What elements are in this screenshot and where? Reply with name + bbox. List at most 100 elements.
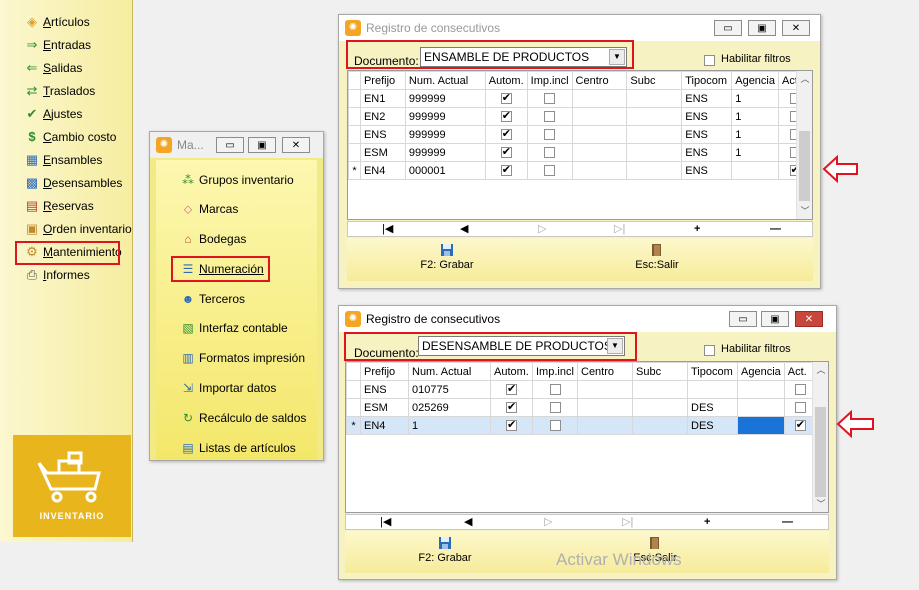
- imp-checkbox[interactable]: [544, 147, 556, 159]
- act-checkbox[interactable]: [794, 418, 806, 432]
- subc-cell[interactable]: [632, 416, 688, 435]
- add-record-button[interactable]: +: [694, 222, 700, 236]
- tipocom-cell[interactable]: ENS: [681, 107, 733, 126]
- subc-cell[interactable]: [626, 89, 683, 108]
- autom-checkbox[interactable]: [500, 145, 512, 159]
- prefijo-cell[interactable]: ENS: [359, 125, 406, 144]
- imp-checkbox[interactable]: [544, 165, 556, 177]
- agencia-cell[interactable]: [731, 161, 779, 180]
- menu-item-bodegas[interactable]: ⌂ Bodegas: [180, 230, 246, 248]
- imp-checkbox[interactable]: [544, 93, 556, 105]
- centro-cell[interactable]: [577, 416, 633, 435]
- prefijo-cell[interactable]: EN4: [360, 416, 409, 435]
- act-checkbox[interactable]: [794, 402, 806, 414]
- column-header[interactable]: Tipocom: [681, 71, 733, 90]
- sidebar-item-salidas[interactable]: ⇐ Salidas: [24, 59, 83, 77]
- imp-cell[interactable]: [526, 143, 573, 162]
- subc-cell[interactable]: [626, 161, 683, 180]
- num-cell[interactable]: 999999: [404, 89, 486, 108]
- column-header[interactable]: Num. Actual: [404, 71, 486, 90]
- imp-cell[interactable]: [532, 380, 578, 399]
- column-header[interactable]: Centro: [571, 71, 628, 90]
- imp-cell[interactable]: [526, 107, 573, 126]
- exit-button[interactable]: Esc:Salir: [627, 243, 687, 271]
- close-button[interactable]: ✕: [282, 137, 310, 153]
- column-header[interactable]: Centro: [577, 362, 633, 381]
- agencia-cell[interactable]: [737, 380, 785, 399]
- sidebar-item-reservas[interactable]: ▤ Reservas: [24, 197, 94, 215]
- subc-cell[interactable]: [632, 398, 688, 417]
- menu-item-interfaz-contable[interactable]: ▧ Interfaz contable: [180, 319, 287, 337]
- menu-item-listas-articulos[interactable]: ▤ Listas de artículos: [180, 439, 295, 457]
- agencia-cell[interactable]: 1: [731, 89, 779, 108]
- scroll-down-icon[interactable]: ﹀: [797, 203, 812, 219]
- column-header[interactable]: Subc: [632, 362, 688, 381]
- menu-item-grupos-inventario[interactable]: ⁂ Grupos inventario: [180, 171, 294, 189]
- imp-cell[interactable]: [526, 125, 573, 144]
- autom-checkbox[interactable]: [506, 382, 517, 396]
- delete-record-button[interactable]: —: [782, 515, 793, 529]
- agencia-cell[interactable]: [737, 416, 785, 435]
- autom-cell[interactable]: [484, 125, 528, 144]
- add-record-button[interactable]: +: [704, 515, 710, 529]
- autom-cell[interactable]: [484, 107, 528, 126]
- imp-cell[interactable]: [532, 398, 578, 417]
- autom-checkbox[interactable]: [500, 91, 512, 105]
- imp-checkbox[interactable]: [544, 129, 556, 141]
- column-header[interactable]: Prefijo: [359, 71, 406, 90]
- tipocom-cell[interactable]: ENS: [681, 125, 733, 144]
- centro-cell[interactable]: [571, 107, 628, 126]
- delete-record-button[interactable]: —: [770, 222, 781, 236]
- vertical-scrollbar[interactable]: ︿ ﹀: [796, 71, 812, 219]
- prefijo-cell[interactable]: ESM: [359, 143, 406, 162]
- autom-cell[interactable]: [484, 143, 528, 162]
- prefijo-cell[interactable]: ESM: [360, 398, 409, 417]
- centro-cell[interactable]: [571, 125, 628, 144]
- tipocom-cell[interactable]: DES: [687, 416, 738, 435]
- last-record-button[interactable]: ▷|: [622, 515, 633, 529]
- table-row[interactable]: *EN4000001 ENS: [348, 161, 812, 180]
- minimize-button[interactable]: ▭: [714, 20, 742, 36]
- first-record-button[interactable]: |◀: [382, 222, 393, 236]
- sidebar-item-ajustes[interactable]: ✔ Ajustes: [24, 105, 83, 123]
- prefijo-cell[interactable]: EN2: [359, 107, 406, 126]
- table-row[interactable]: *EN41 DES: [346, 416, 817, 435]
- subc-cell[interactable]: [632, 380, 688, 399]
- column-header[interactable]: Tipocom: [687, 362, 738, 381]
- agencia-cell[interactable]: 1: [731, 143, 779, 162]
- minimize-button[interactable]: ▭: [216, 137, 244, 153]
- tipocom-cell[interactable]: ENS: [681, 143, 733, 162]
- subc-cell[interactable]: [626, 143, 683, 162]
- maximize-button[interactable]: ▣: [761, 311, 789, 327]
- column-header[interactable]: Subc: [626, 71, 683, 90]
- centro-cell[interactable]: [577, 398, 633, 417]
- maximize-button[interactable]: ▣: [748, 20, 776, 36]
- table-row[interactable]: ENS999999ENS1: [348, 125, 812, 144]
- column-header[interactable]: Agencia: [731, 71, 779, 90]
- table-row[interactable]: EN1999999 ENS1: [348, 89, 812, 108]
- num-cell[interactable]: 1: [408, 416, 491, 435]
- scroll-thumb[interactable]: [815, 407, 826, 497]
- imp-cell[interactable]: [532, 416, 578, 435]
- sidebar-item-articulos[interactable]: ◈ Artículos: [24, 13, 90, 31]
- sidebar-item-traslados[interactable]: ⇄ Traslados: [24, 82, 96, 100]
- column-header[interactable]: Num. Actual: [408, 362, 491, 381]
- first-record-button[interactable]: |◀: [380, 515, 391, 529]
- tipocom-cell[interactable]: [687, 380, 738, 399]
- table-row[interactable]: EN2999999 ENS1: [348, 107, 812, 126]
- minimize-button[interactable]: ▭: [729, 311, 757, 327]
- imp-cell[interactable]: [526, 89, 573, 108]
- prev-record-button[interactable]: ◀: [460, 222, 468, 236]
- autom-cell[interactable]: [490, 416, 533, 435]
- inventario-module-tile[interactable]: INVENTARIO: [13, 435, 131, 537]
- autom-checkbox[interactable]: [500, 127, 512, 141]
- menu-item-marcas[interactable]: ⬦ Marcas: [180, 200, 239, 218]
- imp-cell[interactable]: [526, 161, 573, 180]
- filter-checkbox[interactable]: [704, 55, 715, 66]
- agencia-cell[interactable]: 1: [731, 107, 779, 126]
- autom-checkbox[interactable]: [500, 163, 512, 177]
- agencia-cell[interactable]: [737, 398, 785, 417]
- sidebar-item-desensambles[interactable]: ▩ Desensambles: [24, 174, 123, 192]
- scroll-up-icon[interactable]: ︿: [797, 71, 812, 87]
- autom-cell[interactable]: [490, 398, 533, 417]
